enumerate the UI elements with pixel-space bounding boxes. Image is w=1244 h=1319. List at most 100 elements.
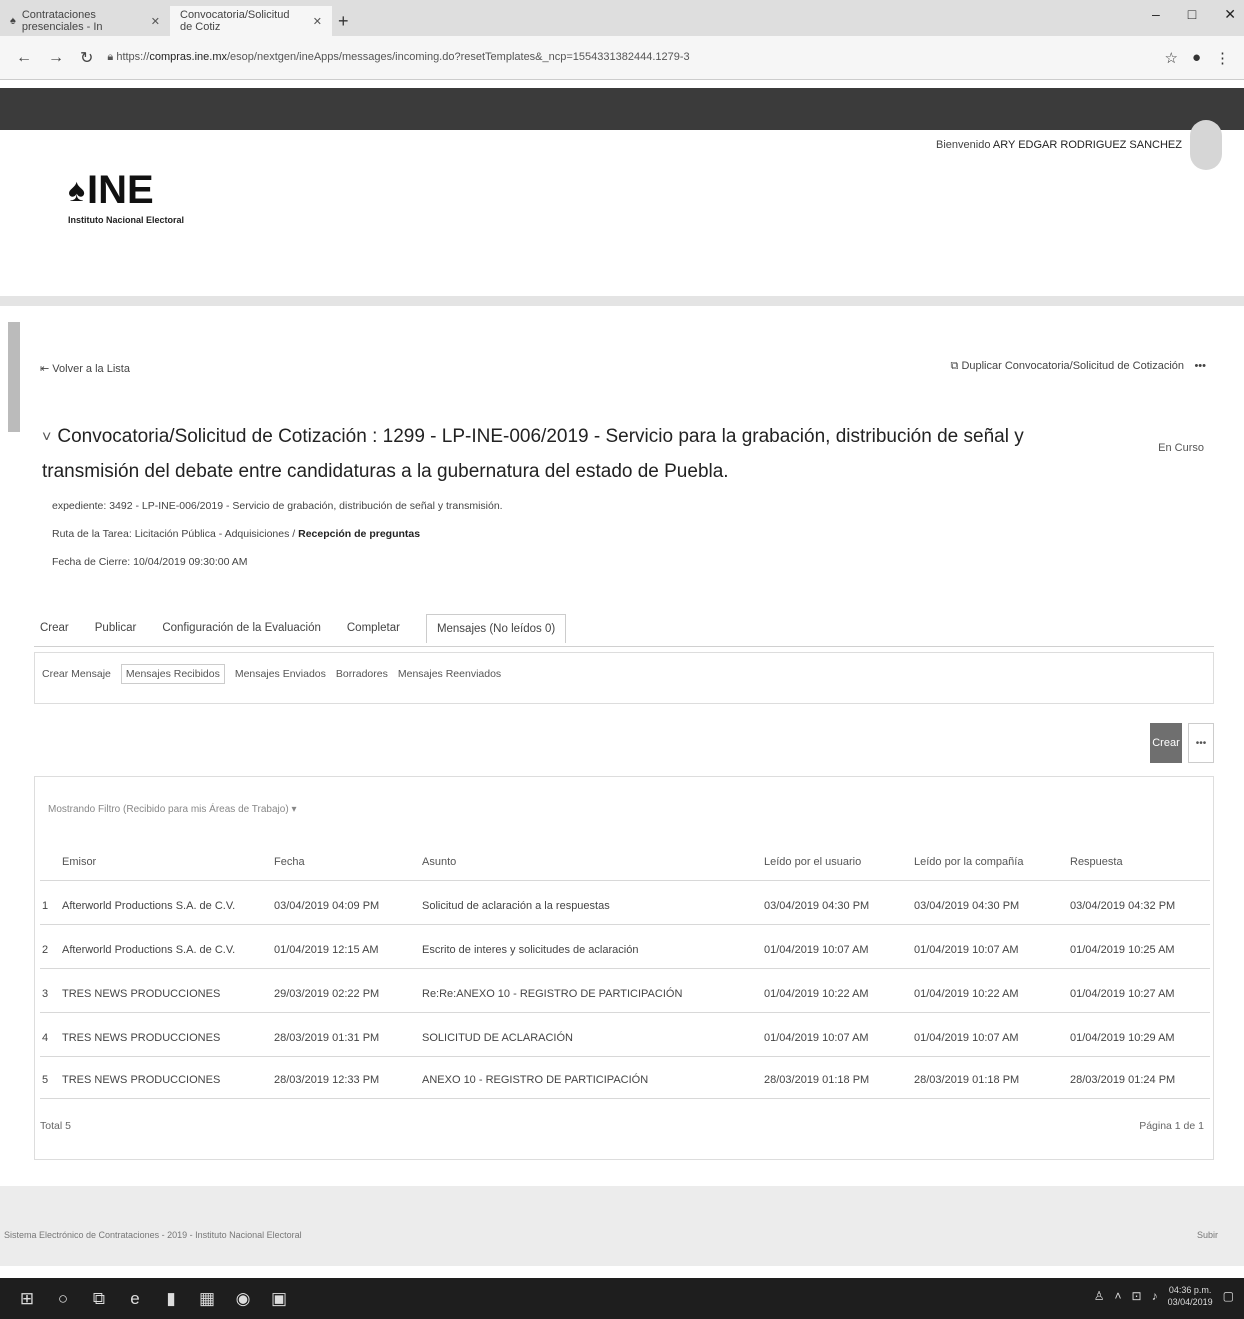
col-header-leido-usuario[interactable]: Leído por el usuario — [764, 856, 861, 868]
subtab-mensajes-reenviados[interactable]: Mensajes Reenviados — [398, 668, 501, 684]
back-arrow-icon[interactable]: ← — [16, 49, 32, 67]
cell-respuesta: 01/04/2019 10:27 AM — [1070, 988, 1175, 1000]
duplicate-label: Duplicar Convocatoria/Solicitud de Cotiz… — [961, 360, 1184, 372]
tabs-divider — [34, 646, 1214, 647]
back-to-list-link[interactable]: ⇤ Volver a la Lista — [40, 362, 130, 375]
subtab-mensajes-recibidos[interactable]: Mensajes Recibidos — [120, 664, 225, 684]
cell-asunto[interactable]: Re:Re:ANEXO 10 - REGISTRO DE PARTICIPACI… — [422, 988, 682, 1000]
col-header-respuesta[interactable]: Respuesta — [1070, 856, 1123, 868]
subtab-borradores[interactable]: Borradores — [336, 668, 388, 684]
star-icon[interactable]: ☆ — [1164, 49, 1177, 67]
col-header-asunto[interactable]: Asunto — [422, 856, 456, 868]
subtab-mensajes-enviados[interactable]: Mensajes Enviados — [235, 668, 326, 684]
cell-emisor[interactable]: TRES NEWS PRODUCCIONES — [62, 988, 220, 1000]
chrome-icon[interactable]: ◉ — [234, 1289, 252, 1309]
ine-logo[interactable]: ♠ INE Instituto Nacional Electoral — [68, 168, 184, 225]
file-explorer-icon[interactable]: ▮ — [162, 1289, 180, 1309]
cell-fecha: 28/03/2019 01:31 PM — [274, 1032, 380, 1044]
row-number: 2 — [42, 944, 49, 956]
pagination: Página 1 de 1 — [1139, 1120, 1204, 1132]
col-header-emisor[interactable]: Emisor — [62, 856, 96, 868]
cell-leido-usuario: 01/04/2019 10:07 AM — [764, 944, 869, 956]
crear-button[interactable]: Crear — [1150, 723, 1182, 763]
page-title: Convocatoria/Solicitud de Cotización : 1… — [42, 426, 1024, 482]
col-header-leido-compania[interactable]: Leído por la compañía — [914, 856, 1023, 868]
welcome-prefix: Bienvenido — [936, 139, 991, 151]
logo-text: INE — [87, 168, 154, 212]
people-icon[interactable]: ♙ — [1094, 1289, 1105, 1303]
duplicate-link[interactable]: ⧉ Duplicar Convocatoria/Solicitud de Cot… — [951, 360, 1184, 373]
url-host: compras.ine.mx — [149, 51, 227, 63]
close-icon[interactable]: ✕ — [151, 15, 160, 28]
cell-asunto[interactable]: Escrito de interes y solicitudes de acla… — [422, 944, 638, 956]
photos-icon[interactable]: ▣ — [270, 1289, 288, 1309]
cell-emisor[interactable]: TRES NEWS PRODUCCIONES — [62, 1074, 220, 1086]
minimize-icon[interactable]: – — [1152, 6, 1160, 23]
cell-respuesta: 01/04/2019 10:25 AM — [1070, 944, 1175, 956]
cell-emisor[interactable]: Afterworld Productions S.A. de C.V. — [62, 944, 235, 956]
row-divider — [40, 1012, 1210, 1013]
maximize-icon[interactable]: □ — [1188, 6, 1196, 23]
url-path: /esop/nextgen/ineApps/messages/incoming.… — [227, 51, 690, 63]
new-tab-button[interactable]: + — [338, 6, 349, 36]
chevron-up-icon[interactable]: ˄ — [1115, 1289, 1122, 1303]
filter-label: Mostrando Filtro (Recibido para mis Área… — [48, 804, 289, 815]
row-divider — [40, 1098, 1210, 1099]
edge-browser-icon[interactable]: e — [126, 1289, 144, 1309]
tab-publicar[interactable]: Publicar — [95, 622, 137, 634]
divider-band — [0, 296, 1244, 306]
cell-fecha: 03/04/2019 04:09 PM — [274, 900, 380, 912]
url-field[interactable]: 🔒︎ https://compras.ine.mx/esop/nextgen/i… — [107, 51, 1164, 64]
browser-tab-label: Contrataciones presenciales - In — [21, 9, 103, 33]
close-window-icon[interactable]: ✕ — [1224, 6, 1236, 23]
footer-text: Sistema Electrónico de Contrataciones - … — [4, 1230, 302, 1240]
scroll-top-link[interactable]: Subir — [1197, 1230, 1218, 1240]
network-icon[interactable]: ⊡ — [1132, 1289, 1142, 1303]
tab-configuracion-evaluacion[interactable]: Configuración de la Evaluación — [162, 622, 321, 634]
row-divider — [40, 1056, 1210, 1057]
cell-respuesta: 03/04/2019 04:32 PM — [1070, 900, 1176, 912]
row-divider — [40, 924, 1210, 925]
browser-tab-1[interactable]: ♠ Contrataciones presenciales - In ✕ — [0, 6, 170, 36]
store-icon[interactable]: ▦ — [198, 1289, 216, 1309]
notifications-icon[interactable]: ▢ — [1223, 1289, 1234, 1303]
cell-asunto[interactable]: ANEXO 10 - REGISTRO DE PARTICIPACIÓN — [422, 1074, 648, 1086]
profile-icon[interactable]: ● — [1192, 49, 1201, 67]
left-scroll-handle[interactable] — [8, 322, 20, 432]
forward-arrow-icon[interactable]: → — [48, 49, 64, 67]
filter-dropdown[interactable]: Mostrando Filtro (Recibido para mis Área… — [48, 804, 296, 815]
row-number: 3 — [42, 988, 49, 1000]
browser-tab-2[interactable]: Convocatoria/Solicitud de Cotiz ✕ — [170, 6, 332, 36]
row-divider — [40, 968, 1210, 969]
ine-logo-icon: ♠ — [68, 172, 85, 208]
tab-crear[interactable]: Crear — [40, 622, 69, 634]
page-more-button[interactable]: ••• — [1194, 360, 1206, 372]
cell-emisor[interactable]: Afterworld Productions S.A. de C.V. — [62, 900, 235, 912]
menu-dots-icon[interactable]: ⋮ — [1215, 49, 1230, 67]
search-icon[interactable]: ○ — [54, 1289, 72, 1309]
expediente-text: expediente: 3492 - LP-INE-006/2019 - Ser… — [52, 500, 503, 512]
close-icon[interactable]: ✕ — [313, 15, 322, 28]
taskbar-clock[interactable]: 04:36 p.m. 03/04/2019 — [1168, 1284, 1213, 1308]
windows-taskbar: ⊞ ○ ⧉ e ▮ ▦ ◉ ▣ — [0, 1278, 1244, 1319]
subtab-crear-mensaje[interactable]: Crear Mensaje — [42, 668, 111, 684]
windows-start-icon[interactable]: ⊞ — [18, 1289, 36, 1309]
ruta-text: Ruta de la Tarea: Licitación Pública - A… — [52, 528, 420, 540]
volume-icon[interactable]: ♪ — [1152, 1289, 1158, 1303]
browser-tab-label: Convocatoria/Solicitud de Cotiz — [180, 9, 290, 33]
task-view-icon[interactable]: ⧉ — [90, 1289, 108, 1309]
user-name: ARY EDGAR RODRIGUEZ SANCHEZ — [992, 139, 1182, 151]
tab-completar[interactable]: Completar — [347, 622, 400, 634]
cell-emisor[interactable]: TRES NEWS PRODUCCIONES — [62, 1032, 220, 1044]
back-arrow-icon: ⇤ — [40, 363, 50, 375]
cell-fecha: 01/04/2019 12:15 AM — [274, 944, 379, 956]
tab-mensajes[interactable]: Mensajes (No leídos 0) — [425, 613, 567, 643]
cell-asunto[interactable]: Solicitud de aclaración a la respuestas — [422, 900, 610, 912]
cell-asunto[interactable]: SOLICITUD DE ACLARACIÓN — [422, 1032, 573, 1044]
col-header-fecha[interactable]: Fecha — [274, 856, 305, 868]
collapse-caret-icon[interactable]: ˅ — [42, 429, 51, 446]
avatar[interactable] — [1190, 120, 1222, 170]
reload-icon[interactable]: ↻ — [80, 48, 93, 68]
ine-favicon-icon: ♠ — [10, 15, 16, 27]
more-options-button[interactable]: ••• — [1188, 723, 1214, 763]
